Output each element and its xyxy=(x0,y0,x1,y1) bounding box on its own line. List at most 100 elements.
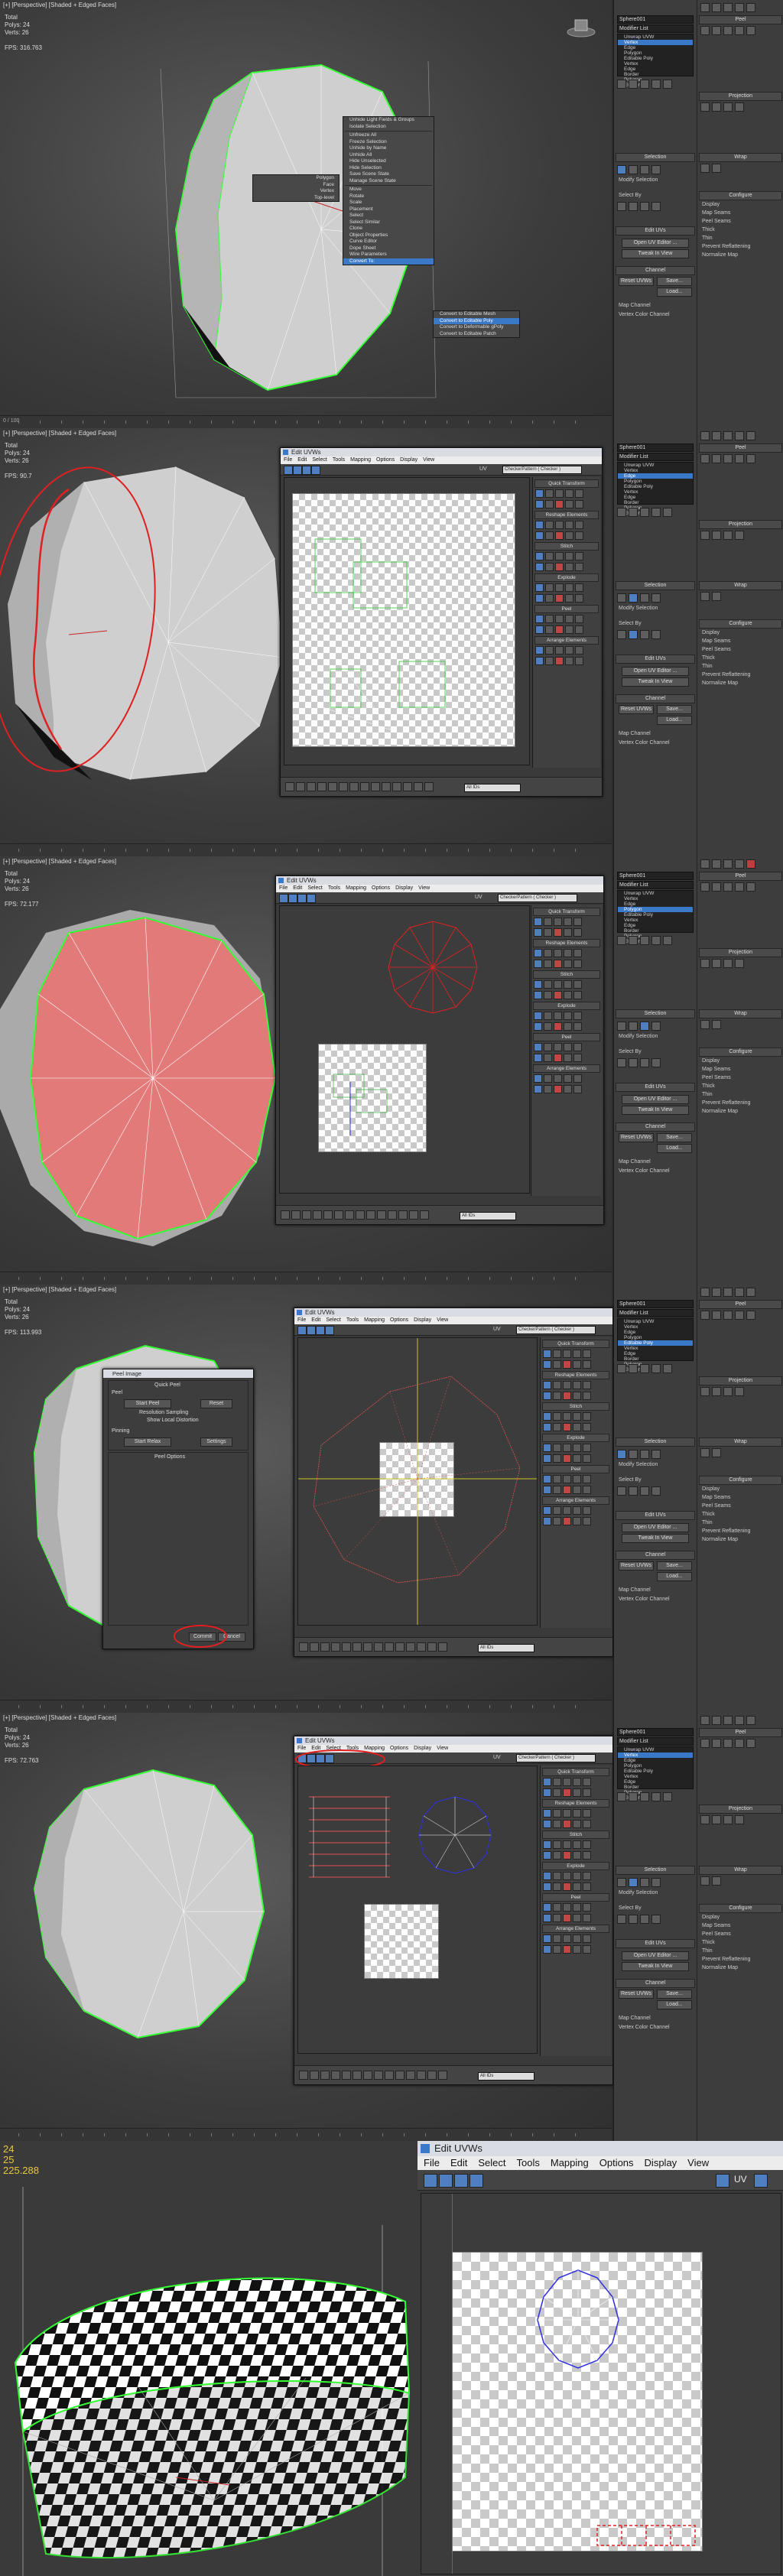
tool-button-row[interactable] xyxy=(543,1381,609,1389)
rollout-header[interactable]: Stitch xyxy=(542,1402,609,1411)
rollout-projection[interactable]: Projection xyxy=(699,1376,782,1385)
quad-menu-left[interactable]: Polygon Face Vertex Top-level xyxy=(252,174,340,202)
select-by-icons[interactable] xyxy=(617,1486,694,1496)
tool-button-row[interactable] xyxy=(543,1778,609,1786)
context-menu-item[interactable]: Unhide All xyxy=(343,152,434,159)
menu-item[interactable]: Options xyxy=(376,456,395,464)
tool-button-row[interactable] xyxy=(543,1360,609,1369)
configure-option[interactable]: Display xyxy=(702,1486,720,1492)
projection-icons[interactable] xyxy=(700,1815,781,1824)
tool-button-row[interactable] xyxy=(543,1934,609,1943)
menu-item[interactable]: Mapping xyxy=(346,885,366,892)
checkered-sphere[interactable] xyxy=(0,2141,417,2576)
uvw-status-bar[interactable]: All IDs xyxy=(294,2065,612,2084)
configure-option[interactable]: Display xyxy=(702,202,720,207)
stack-item[interactable]: Edge xyxy=(618,473,693,479)
status-tool-icon[interactable] xyxy=(392,782,401,791)
stack-tools[interactable] xyxy=(617,508,694,517)
status-tool-icon[interactable] xyxy=(320,2071,330,2080)
status-tool-icon[interactable] xyxy=(414,782,423,791)
open-uv-editor-button[interactable]: Open UV Editor ... xyxy=(622,1523,689,1532)
context-menu-item[interactable]: Move xyxy=(343,187,434,193)
rollout-configure[interactable]: Configure xyxy=(699,619,782,629)
map-channel-label[interactable]: Map Channel xyxy=(619,303,651,308)
rollout-wrap[interactable]: Wrap xyxy=(699,1866,782,1875)
peel-tool-icons[interactable] xyxy=(700,431,781,440)
rollout-projection[interactable]: Projection xyxy=(699,1804,782,1814)
menu-item[interactable]: Select xyxy=(326,1317,340,1324)
wrap-icons[interactable] xyxy=(700,1020,781,1029)
stack-item[interactable]: Vertex xyxy=(618,1753,693,1758)
uvw-side-panel[interactable]: Quick Transform Reshape Elements Stitch Exp… xyxy=(540,1337,611,1628)
status-tool-icon[interactable] xyxy=(356,1210,365,1220)
stack-item[interactable]: Editable Poly xyxy=(618,56,693,61)
window-title[interactable]: Edit UVWs xyxy=(276,876,603,885)
status-tool-icon[interactable] xyxy=(409,1210,418,1220)
peel-icons[interactable] xyxy=(700,882,781,892)
context-menu-item[interactable]: Unhide by Name xyxy=(343,145,434,152)
status-tool-icon[interactable] xyxy=(438,2071,447,2080)
select-by-icons[interactable] xyxy=(617,1058,694,1067)
rollout-channel[interactable]: Channel xyxy=(616,1979,695,1988)
peel-tool-icons[interactable] xyxy=(700,859,781,869)
stack-item[interactable]: Vertex xyxy=(618,1324,693,1330)
status-tool-icon[interactable] xyxy=(360,782,369,791)
rollout-projection[interactable]: Projection xyxy=(699,948,782,957)
sphere-object[interactable] xyxy=(0,0,612,416)
status-tool-icon[interactable] xyxy=(323,1210,333,1220)
stack-item[interactable]: Edge xyxy=(618,1330,693,1335)
tool-button-row[interactable] xyxy=(543,1392,609,1400)
vertex-color-channel-label[interactable]: Vertex Color Channel xyxy=(619,1597,670,1602)
stack-item[interactable]: Unwrap UVW xyxy=(618,463,693,468)
configure-option[interactable]: Peel Seams xyxy=(702,219,731,224)
tool-button-row[interactable] xyxy=(534,1074,599,1083)
tool-button-row[interactable] xyxy=(535,583,598,592)
stack-item[interactable]: Polygon xyxy=(618,479,693,484)
select-by-icons[interactable] xyxy=(617,202,694,211)
tool-button-row[interactable] xyxy=(543,1945,609,1954)
tool-button-row[interactable] xyxy=(534,949,599,957)
map-channel-label[interactable]: Map Channel xyxy=(619,2016,651,2021)
rollout-wrap[interactable]: Wrap xyxy=(699,153,782,162)
rollout-selection[interactable]: Selection xyxy=(616,153,695,162)
settings-button[interactable]: Settings xyxy=(200,1437,232,1447)
rollout-configure[interactable]: Configure xyxy=(699,1904,782,1913)
zoomed-viewport[interactable]: 24 25 225.288 xyxy=(0,2141,417,2576)
selection-level-icons[interactable] xyxy=(617,165,694,174)
configure-option[interactable]: Thick xyxy=(702,227,715,232)
rollout-header[interactable]: Peel xyxy=(533,1033,600,1041)
rollout-channel[interactable]: Channel xyxy=(616,1551,695,1560)
configure-option[interactable]: Thin xyxy=(702,664,713,669)
status-tool-icon[interactable] xyxy=(374,2071,383,2080)
configure-option[interactable]: Map Seams xyxy=(702,1923,730,1928)
reset-uvws-button[interactable]: Reset UVWs xyxy=(619,277,654,286)
edit-uvws-window[interactable]: Edit UVWs File Edit Select Tools Mapping Opti… xyxy=(280,447,603,797)
tool-button-row[interactable] xyxy=(543,1788,609,1797)
rollout-header[interactable]: Reshape Elements xyxy=(542,1799,609,1808)
rollout-selection[interactable]: Selection xyxy=(616,1009,695,1018)
reset-uvws-button[interactable]: Reset UVWs xyxy=(619,1133,654,1142)
status-tool-icon[interactable] xyxy=(363,1642,372,1652)
status-tool-icon[interactable] xyxy=(353,1642,362,1652)
status-tool-icon[interactable] xyxy=(328,782,337,791)
status-tool-icon[interactable] xyxy=(395,1642,404,1652)
vertex-color-channel-label[interactable]: Vertex Color Channel xyxy=(619,740,670,746)
open-uv-editor-button[interactable]: Open UV Editor ... xyxy=(622,239,689,248)
rollout-edit-uvs[interactable]: Edit UVs xyxy=(616,226,695,236)
context-menu-item[interactable]: Scale xyxy=(343,200,434,206)
projection-icons[interactable] xyxy=(700,959,781,968)
tweak-in-view-button[interactable]: Tweak In View xyxy=(622,1962,689,1971)
rollout-projection[interactable]: Projection xyxy=(699,92,782,101)
peel-tool-icons[interactable] xyxy=(700,1716,781,1725)
wrap-icons[interactable] xyxy=(700,1876,781,1886)
open-uv-editor-button[interactable]: Open UV Editor ... xyxy=(622,667,689,676)
uv-canvas[interactable] xyxy=(297,1337,538,1626)
configure-option[interactable]: Peel Seams xyxy=(702,1503,731,1509)
menu-item[interactable]: View xyxy=(418,885,430,892)
status-tool-icon[interactable] xyxy=(417,2071,426,2080)
tool-button-row[interactable] xyxy=(535,657,598,665)
context-menu-item[interactable]: Save Scene State xyxy=(343,171,434,178)
status-tool-icon[interactable] xyxy=(427,1642,437,1652)
object-name-field[interactable]: Sphere001 xyxy=(617,15,694,24)
rollout-configure[interactable]: Configure xyxy=(699,191,782,200)
